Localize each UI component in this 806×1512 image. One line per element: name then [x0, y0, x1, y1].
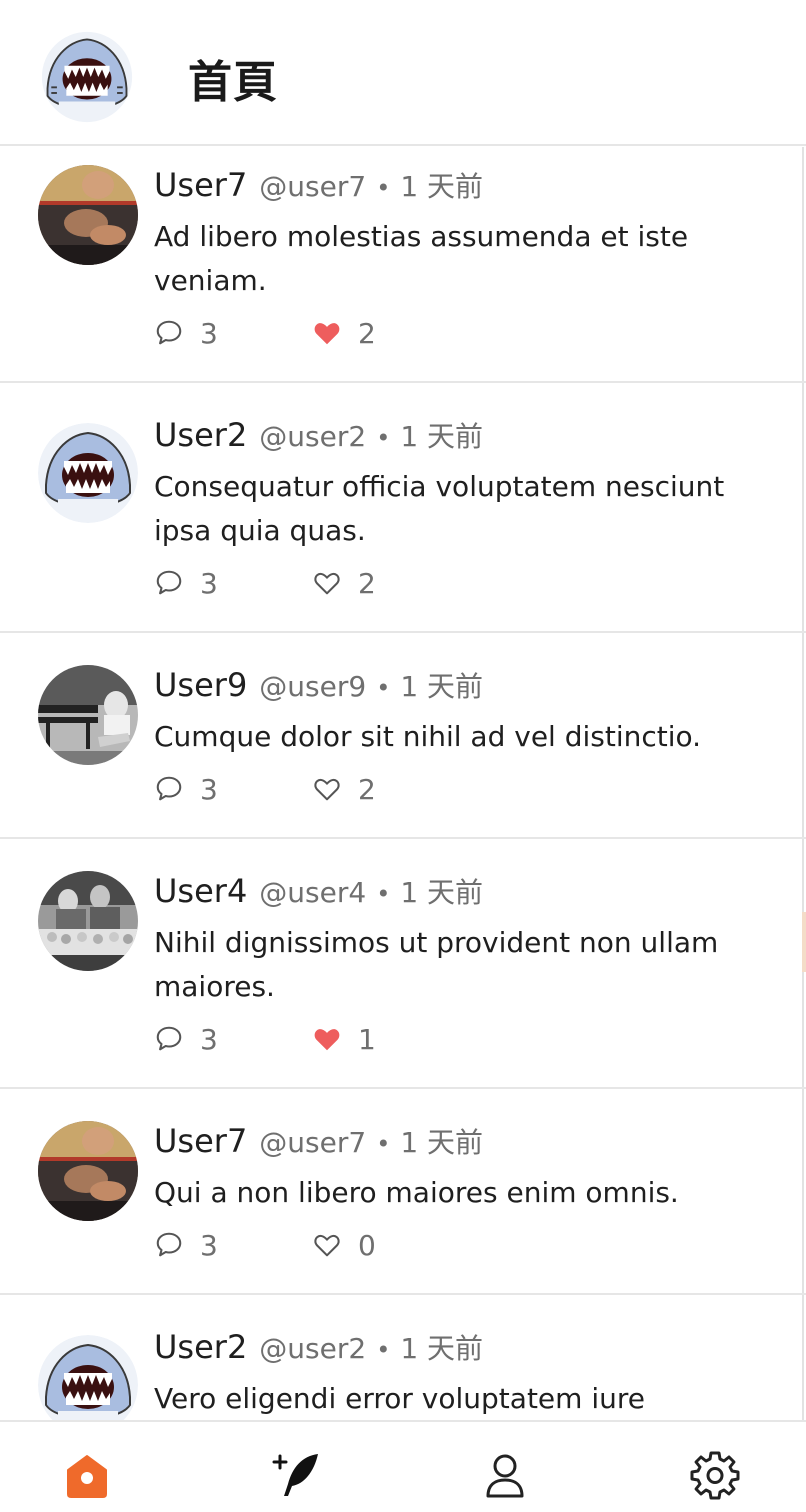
reply-count: 3 — [200, 566, 218, 600]
reply-button[interactable]: 3 — [154, 769, 218, 809]
post-content: Consequatur officia voluptatem nesciunt … — [154, 470, 725, 547]
meta-separator: • — [376, 880, 391, 908]
post-author-handle[interactable]: @user2 — [259, 1332, 366, 1365]
reply-count: 3 — [200, 316, 218, 350]
like-button[interactable]: 2 — [312, 769, 376, 809]
wrestling-photo-avatar — [38, 165, 138, 265]
post-timestamp[interactable]: 1 天前 — [400, 1126, 483, 1159]
avatar[interactable] — [38, 1121, 138, 1221]
shark-avatar — [38, 1335, 138, 1422]
post-content: Cumque dolor sit nihil ad vel distinctio… — [154, 720, 702, 753]
post-author-name[interactable]: User7 — [154, 166, 247, 204]
top-header: 首頁 — [0, 0, 806, 146]
post-content: Vero eligendi error voluptatem iure — [154, 1382, 645, 1415]
like-button[interactable]: 0 — [312, 1225, 376, 1265]
avatar[interactable] — [38, 665, 138, 765]
like-count: 2 — [358, 772, 376, 806]
comment-icon — [156, 1026, 182, 1051]
meta-separator: • — [376, 174, 391, 202]
gear-icon — [690, 1451, 740, 1500]
shark-avatar — [38, 423, 138, 523]
wrestling-photo-avatar — [38, 1121, 138, 1221]
post-item[interactable]: User2 @user2 • 1 天前 Consequatur officia vol… — [0, 383, 806, 633]
reply-count: 3 — [200, 1022, 218, 1056]
user-icon — [486, 1454, 524, 1498]
bench-photo-avatar — [38, 665, 138, 765]
comment-icon — [156, 776, 182, 801]
meta-separator: • — [376, 674, 391, 702]
like-count: 2 — [358, 566, 376, 600]
reply-button[interactable]: 3 — [154, 1019, 218, 1059]
shark-logo-icon[interactable] — [40, 30, 134, 124]
market-photo-avatar — [38, 871, 138, 971]
meta-separator: • — [376, 424, 391, 452]
post-content: Ad libero molestias assumenda et iste ve… — [154, 220, 689, 297]
post-item[interactable]: User7 @user7 • 1 天前 Qui a non libero maiore… — [0, 1089, 806, 1295]
post-author-handle[interactable]: @user7 — [259, 1126, 366, 1159]
post-item[interactable]: User9 @user9 • 1 天前 Cumque dolor sit nihil … — [0, 633, 806, 839]
nav-compose[interactable] — [272, 1450, 322, 1500]
like-button[interactable]: 2 — [312, 313, 376, 353]
page-title: 首頁 — [188, 57, 278, 108]
comment-icon — [156, 1232, 182, 1257]
post-author-name[interactable]: User2 — [154, 1328, 247, 1366]
nav-settings[interactable] — [690, 1450, 740, 1500]
comment-icon — [156, 320, 182, 345]
reply-button[interactable]: 3 — [154, 313, 218, 353]
meta-separator: • — [376, 1130, 391, 1158]
post-author-name[interactable]: User9 — [154, 666, 247, 704]
avatar[interactable] — [38, 871, 138, 971]
heart-outline-icon — [314, 1234, 340, 1257]
heart-outline-icon — [314, 572, 340, 595]
nav-home[interactable] — [62, 1450, 112, 1500]
like-button[interactable]: 2 — [312, 563, 376, 603]
nav-profile[interactable] — [480, 1450, 530, 1500]
avatar[interactable] — [38, 423, 138, 523]
reply-count: 3 — [200, 1228, 218, 1262]
like-count: 2 — [358, 316, 376, 350]
post-timestamp[interactable]: 1 天前 — [400, 170, 483, 203]
post-timestamp[interactable]: 1 天前 — [400, 1332, 483, 1365]
heart-outline-icon — [314, 778, 340, 801]
post-timestamp[interactable]: 1 天前 — [400, 670, 483, 703]
post-timestamp[interactable]: 1 天前 — [400, 420, 483, 453]
post-author-name[interactable]: User2 — [154, 416, 247, 454]
post-author-handle[interactable]: @user4 — [259, 876, 366, 909]
like-count: 0 — [358, 1228, 376, 1262]
compose-feather-icon — [272, 1454, 318, 1496]
post-item[interactable]: User7 @user7 • 1 天前 Ad libero molestias ass… — [0, 147, 806, 383]
post-author-name[interactable]: User7 — [154, 1122, 247, 1160]
avatar[interactable] — [38, 1335, 138, 1422]
home-icon — [67, 1455, 107, 1498]
post-author-name[interactable]: User4 — [154, 872, 247, 910]
post-timestamp[interactable]: 1 天前 — [400, 876, 483, 909]
bottom-nav — [0, 1420, 806, 1512]
like-button[interactable]: 1 — [312, 1019, 376, 1059]
post-author-handle[interactable]: @user9 — [259, 670, 366, 703]
reply-button[interactable]: 3 — [154, 563, 218, 603]
post-author-handle[interactable]: @user2 — [259, 420, 366, 453]
heart-filled-icon — [314, 1029, 340, 1051]
meta-separator: • — [376, 1336, 391, 1364]
comment-icon — [156, 570, 182, 595]
post-author-handle[interactable]: @user7 — [259, 170, 366, 203]
post-item[interactable]: User2 @user2 • 1 天前 Vero eligendi error vol… — [0, 1295, 806, 1422]
post-content: Nihil dignissimos ut provident non ullam… — [154, 926, 719, 1003]
like-count: 1 — [358, 1022, 376, 1056]
reply-button[interactable]: 3 — [154, 1225, 218, 1265]
heart-filled-icon — [314, 323, 340, 345]
reply-count: 3 — [200, 772, 218, 806]
avatar[interactable] — [38, 165, 138, 265]
post-item[interactable]: User4 @user4 • 1 天前 Nihil dignissimos ut pr… — [0, 839, 806, 1089]
post-content: Qui a non libero maiores enim omnis. — [154, 1176, 679, 1209]
post-feed: User7 @user7 • 1 天前 Ad libero molestias ass… — [0, 147, 806, 1422]
